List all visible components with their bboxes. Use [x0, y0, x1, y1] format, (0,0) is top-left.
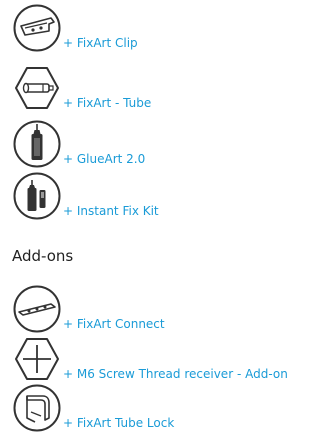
instant-fix-kit-link[interactable]: + Instant Fix Kit: [63, 204, 159, 218]
addon-item-fixart-tube-lock: + FixArt Tube Lock: [0, 384, 305, 434]
fixart-connect-link[interactable]: + FixArt Connect: [63, 317, 165, 331]
addon-item-fixart-connect: + FixArt Connect: [0, 285, 305, 335]
addon-item-m6-screw-thread: + M6 Screw Thread receiver - Add-on: [0, 335, 305, 385]
product-item-glueart: + GlueArt 2.0: [0, 120, 305, 170]
fixart-tube-lock-icon: [13, 384, 61, 432]
glueart-link[interactable]: + GlueArt 2.0: [63, 152, 145, 166]
product-item-fixart-clip: + FixArt Clip: [0, 4, 305, 54]
m6-screw-thread-link[interactable]: + M6 Screw Thread receiver - Add-on: [63, 367, 288, 381]
fixart-connect-icon: [13, 285, 61, 333]
instant-fix-kit-icon: [13, 172, 61, 220]
m6-screw-thread-icon: [13, 335, 61, 383]
fixart-clip-link[interactable]: + FixArt Clip: [63, 36, 138, 50]
fixart-tube-icon: [13, 64, 61, 112]
fixart-tube-link[interactable]: + FixArt - Tube: [63, 96, 151, 110]
fixart-clip-icon: [13, 4, 61, 52]
fixart-tube-lock-link[interactable]: + FixArt Tube Lock: [63, 416, 174, 430]
add-ons-heading: Add-ons: [12, 247, 74, 265]
product-item-instant-fix-kit: + Instant Fix Kit: [0, 172, 305, 222]
product-item-fixart-tube: + FixArt - Tube: [0, 64, 305, 114]
glueart-icon: [13, 120, 61, 168]
